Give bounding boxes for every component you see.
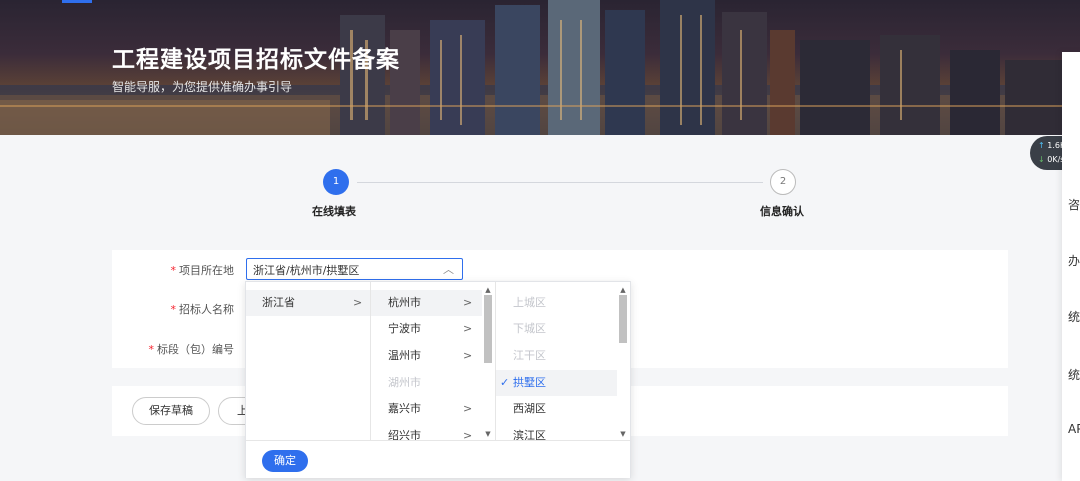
cascader-option-city[interactable]: 嘉兴市 >	[371, 396, 483, 422]
chevron-right-icon: >	[463, 322, 473, 335]
chevron-right-icon: >	[353, 296, 363, 309]
province-column: 浙江省 >	[246, 282, 371, 442]
option-label: 杭州市	[388, 296, 421, 309]
field-label-tenderer: * 招标人名称	[170, 303, 235, 316]
location-value: 浙江省/杭州市/拱墅区	[253, 264, 360, 277]
cascader-option-city[interactable]: 温州市 >	[371, 343, 483, 369]
district-column: 上城区 下城区 江干区 ✓ 拱墅区 西湖区 滨江区 ▲ ▼	[496, 282, 631, 442]
chevron-right-icon: >	[463, 349, 473, 362]
nav-active-indicator	[62, 0, 92, 3]
required-marker: *	[170, 264, 177, 277]
scroll-up-icon[interactable]: ▲	[617, 286, 629, 294]
option-label: 湖州市	[388, 376, 421, 389]
cascader-option-district-disabled: 江干区	[496, 343, 618, 369]
cascader-option-city[interactable]: 宁波市 >	[371, 316, 483, 342]
option-label: 宁波市	[388, 322, 421, 335]
scroll-down-icon[interactable]: ▼	[482, 430, 494, 438]
right-panel-item-stat-2[interactable]: 统	[1068, 366, 1080, 383]
page-title: 工程建设项目招标文件备案	[112, 47, 400, 73]
option-label: 温州市	[388, 349, 421, 362]
option-label: 拱墅区	[513, 376, 546, 389]
option-label: 嘉兴市	[388, 402, 421, 415]
save-draft-button[interactable]: 保存草稿	[132, 397, 210, 425]
cascader-option-city-disabled: 湖州市	[371, 370, 483, 396]
cascader-option-district-disabled: 上城区	[496, 290, 618, 316]
city-column-scrollbar[interactable]: ▲ ▼	[482, 286, 494, 441]
scroll-down-icon[interactable]: ▼	[617, 430, 629, 438]
field-label-location: * 项目所在地	[170, 264, 235, 277]
option-label: 下城区	[513, 322, 546, 335]
location-cascader-input[interactable]: 浙江省/杭州市/拱墅区 ︿	[246, 258, 463, 280]
cascader-option-city[interactable]: 杭州市 >	[371, 290, 483, 316]
page-subtitle: 智能导服，为您提供准确办事引导	[112, 80, 293, 94]
right-panel-item-stat-1[interactable]: 统	[1068, 308, 1080, 325]
option-label: 浙江省	[262, 296, 295, 309]
chevron-up-icon: ︿	[443, 263, 454, 276]
location-cascader-dropdown: 浙江省 > 杭州市 > 宁波市 > 温州市 > 湖州市 嘉兴市 > 绍兴市 > …	[245, 281, 631, 478]
step-1-label: 在线填表	[312, 205, 356, 218]
field-label-section-code: * 标段（包）编号	[148, 343, 235, 356]
progress-steps: 1 2 在线填表 信息确认	[0, 165, 1080, 225]
cascader-option-province[interactable]: 浙江省 >	[246, 290, 370, 316]
cascader-option-district-selected[interactable]: ✓ 拱墅区	[496, 370, 618, 396]
required-marker: *	[170, 303, 177, 316]
checkmark-icon: ✓	[500, 376, 510, 389]
header-banner: 工程建设项目招标文件备案 智能导服，为您提供准确办事引导	[0, 0, 1080, 135]
city-column: 杭州市 > 宁波市 > 温州市 > 湖州市 嘉兴市 > 绍兴市 > ▲ ▼	[371, 282, 496, 442]
upload-arrow-icon: ↑	[1038, 141, 1045, 150]
right-panel-item-handle[interactable]: 办	[1068, 252, 1080, 269]
cascader-option-district-disabled: 下城区	[496, 316, 618, 342]
scroll-thumb[interactable]	[484, 295, 492, 363]
cascader-footer: 确定	[246, 440, 630, 478]
download-arrow-icon: ↓	[1038, 155, 1045, 164]
option-label: 江干区	[513, 349, 546, 362]
district-column-scrollbar[interactable]: ▲ ▼	[617, 286, 629, 441]
option-label: 上城区	[513, 296, 546, 309]
right-panel-item-app[interactable]: AP	[1068, 422, 1080, 436]
chevron-right-icon: >	[463, 402, 473, 415]
step-1-indicator: 1	[323, 169, 349, 195]
step-2-indicator: 2	[770, 169, 796, 195]
right-service-panel: 咨 办 统 统 AP	[1062, 52, 1080, 481]
option-label: 西湖区	[513, 402, 546, 415]
step-connector	[357, 182, 763, 183]
cascader-option-district[interactable]: 西湖区	[496, 396, 618, 422]
confirm-button[interactable]: 确定	[262, 450, 308, 472]
scroll-up-icon[interactable]: ▲	[482, 286, 494, 294]
scroll-thumb[interactable]	[619, 295, 627, 343]
step-2-label: 信息确认	[760, 205, 804, 218]
chevron-right-icon: >	[463, 296, 473, 309]
required-marker: *	[148, 343, 155, 356]
